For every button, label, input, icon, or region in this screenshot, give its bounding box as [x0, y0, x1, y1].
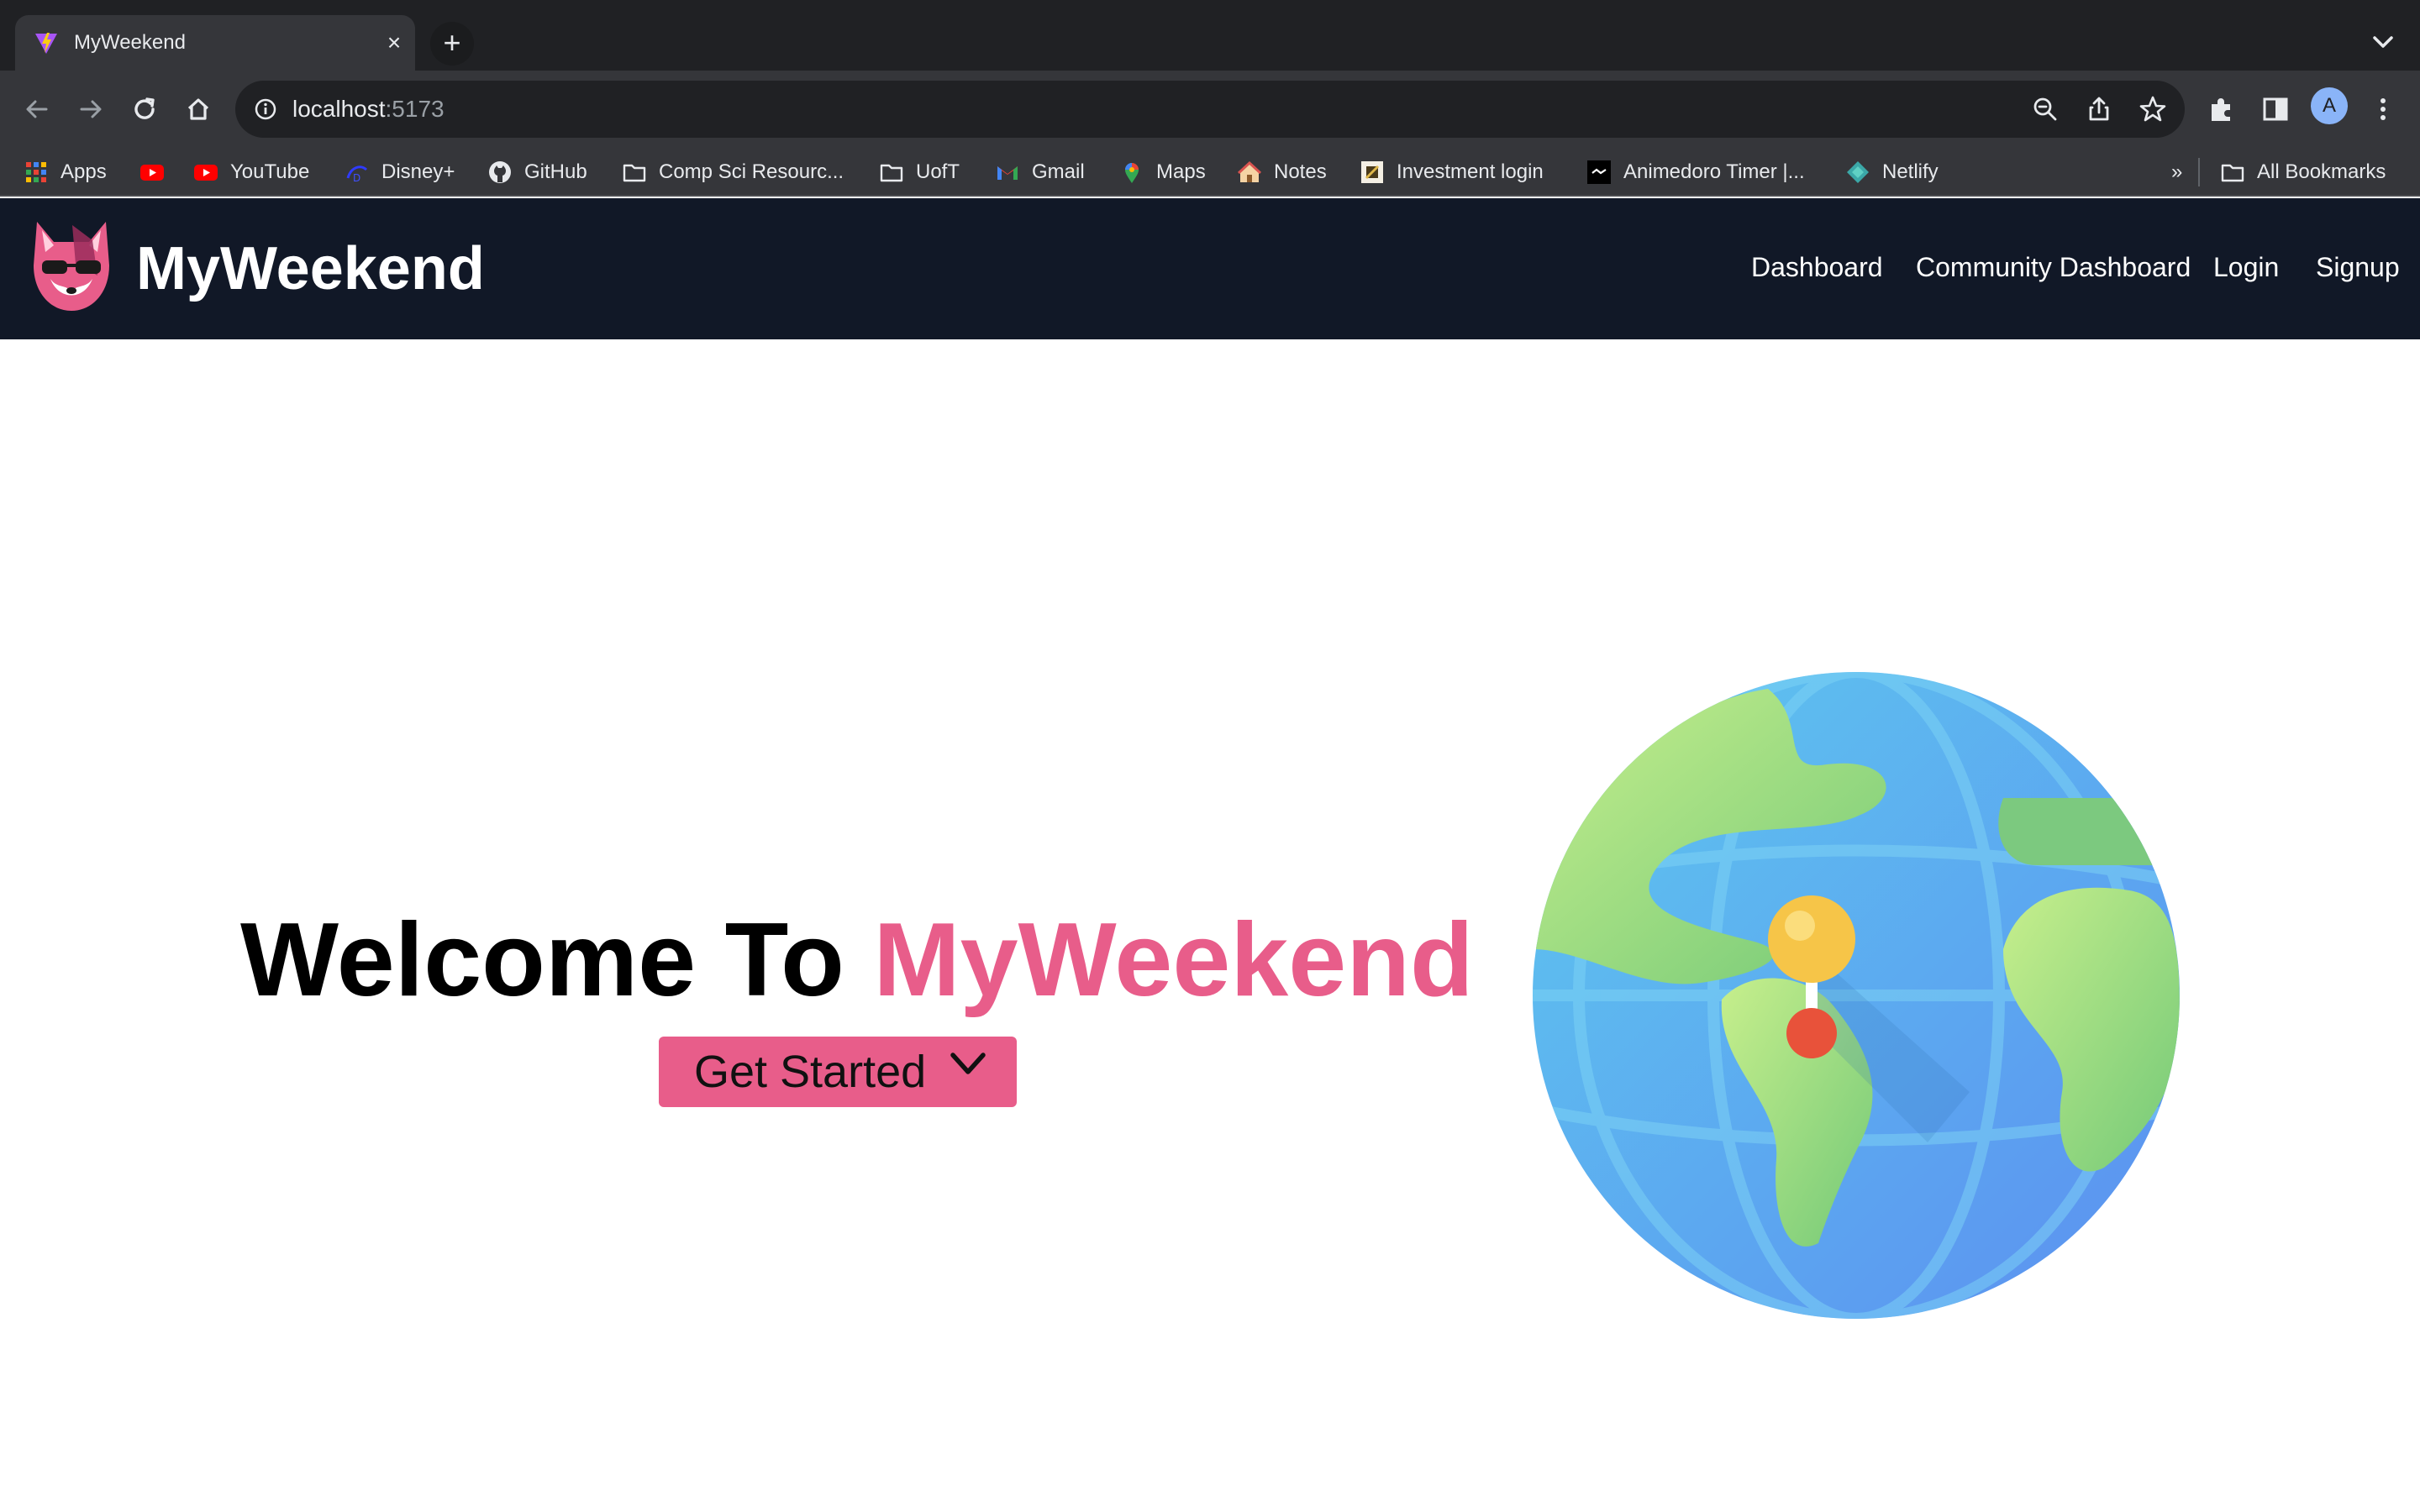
bookmark-label: Notes [1274, 160, 1327, 183]
chevron-down-icon [950, 1053, 986, 1074]
bookmark-label: YouTube [230, 160, 310, 183]
bookmark-label: Apps [60, 160, 107, 183]
brand-title[interactable]: MyWeekend [136, 235, 485, 302]
hero-heading-prefix: Welcome To [240, 902, 874, 1018]
fox-logo-icon[interactable] [25, 217, 118, 316]
zoom-icon[interactable] [2030, 94, 2060, 124]
svg-text:D: D [353, 172, 360, 184]
bookmark-investment[interactable]: Investment login [1360, 156, 1544, 188]
bookmark-folder-uoft[interactable]: UofT [879, 156, 960, 188]
bookmark-animedoro[interactable]: Animedoro Timer |... [1586, 156, 1805, 188]
folder-icon [623, 164, 646, 182]
hero-heading-accent: MyWeekend [873, 902, 1474, 1018]
get-started-label: Get Started [694, 1047, 927, 1097]
disney-icon: D [346, 165, 368, 184]
url-text: localhost:5173 [292, 96, 445, 123]
github-icon [489, 161, 511, 183]
tab-search-chevron-icon[interactable] [2366, 25, 2400, 59]
browser-tab-strip: MyWeekend × + [0, 0, 2420, 71]
side-panel-icon[interactable] [2259, 92, 2292, 126]
bookmark-github[interactable]: GitHub [487, 156, 587, 188]
bookmarks-overflow-button[interactable]: » [2171, 156, 2182, 188]
home-icon [187, 98, 209, 120]
bookmark-label: Maps [1156, 160, 1206, 183]
back-button[interactable] [15, 87, 59, 131]
new-tab-button[interactable]: + [430, 22, 474, 66]
bookmarks-divider [2198, 158, 2200, 186]
reload-icon [134, 97, 155, 119]
home-button[interactable] [176, 87, 220, 131]
tab-close-icon[interactable]: × [378, 27, 410, 59]
reload-button[interactable] [123, 87, 166, 131]
bookmarks-bar: Apps YouTube D Disney+ GitHub Comp Sci R… [0, 148, 2420, 197]
bookmark-label: Netlify [1882, 160, 1939, 183]
folder-icon [880, 164, 903, 182]
bookmark-label: GitHub [524, 160, 587, 183]
browser-toolbar: localhost:5173 A [0, 71, 2420, 148]
bookmark-star-icon[interactable] [2138, 94, 2168, 124]
forward-button[interactable] [69, 87, 113, 131]
bookmark-gmail[interactable]: Gmail [995, 156, 1085, 188]
bookmark-label: Comp Sci Resourc... [659, 160, 844, 183]
bookmark-notes[interactable]: Notes [1237, 156, 1327, 188]
extensions-puzzle-icon[interactable] [2205, 92, 2238, 126]
netlify-icon [1847, 161, 1869, 183]
bookmark-label: UofT [916, 160, 960, 183]
globe-illustration [1533, 672, 2180, 1319]
tab-title: MyWeekend [74, 31, 186, 54]
nav-login[interactable]: Login [2213, 250, 2279, 284]
bookmark-youtube[interactable]: YouTube [193, 156, 309, 188]
bookmark-label: Disney+ [381, 160, 455, 183]
investment-icon [1361, 161, 1383, 183]
bookmark-apps[interactable]: Apps [24, 156, 107, 188]
share-icon[interactable] [2084, 94, 2114, 124]
maps-icon [1125, 163, 1139, 183]
back-arrow-icon [26, 100, 48, 118]
notes-icon [1237, 160, 1262, 182]
nav-community-dashboard[interactable]: Community Dashboard [1916, 250, 2191, 284]
hero-heading: Welcome To MyWeekend [240, 906, 1474, 1015]
app-navbar: MyWeekend Dashboard Community Dashboard … [0, 198, 2420, 339]
bookmark-maps[interactable]: Maps [1119, 156, 1206, 188]
bookmark-youtube-short[interactable] [139, 156, 165, 188]
bookmark-label: Gmail [1032, 160, 1085, 183]
url-port: :5173 [385, 96, 445, 122]
get-started-button[interactable]: Get Started [659, 1037, 1017, 1107]
url-host: localhost [292, 96, 386, 122]
bookmark-netlify[interactable]: Netlify [1845, 156, 1939, 188]
bookmark-folder-compsci[interactable]: Comp Sci Resourc... [622, 156, 844, 188]
gmail-icon [997, 166, 1018, 180]
nav-dashboard[interactable]: Dashboard [1751, 250, 1883, 284]
browser-tab[interactable]: MyWeekend × [15, 15, 415, 71]
kebab-menu-icon[interactable] [2366, 92, 2400, 126]
folder-icon [2221, 164, 2244, 182]
site-info-icon[interactable] [254, 97, 277, 121]
bookmark-disney[interactable]: D Disney+ [345, 156, 455, 188]
profile-avatar[interactable]: A [2311, 87, 2348, 124]
vite-favicon-icon [35, 33, 57, 54]
youtube-icon [194, 165, 218, 181]
address-bar[interactable]: localhost:5173 [235, 81, 2185, 138]
forward-arrow-icon [80, 100, 102, 118]
all-bookmarks-label: All Bookmarks [2257, 160, 2386, 183]
bookmark-label: Investment login [1397, 160, 1544, 183]
apps-grid-icon [26, 162, 46, 182]
bookmark-label: Animedoro Timer |... [1623, 160, 1805, 183]
nav-signup[interactable]: Signup [2316, 250, 2400, 284]
youtube-icon [140, 165, 164, 181]
animedoro-icon [1587, 160, 1611, 184]
all-bookmarks-button[interactable]: All Bookmarks [2220, 156, 2386, 188]
